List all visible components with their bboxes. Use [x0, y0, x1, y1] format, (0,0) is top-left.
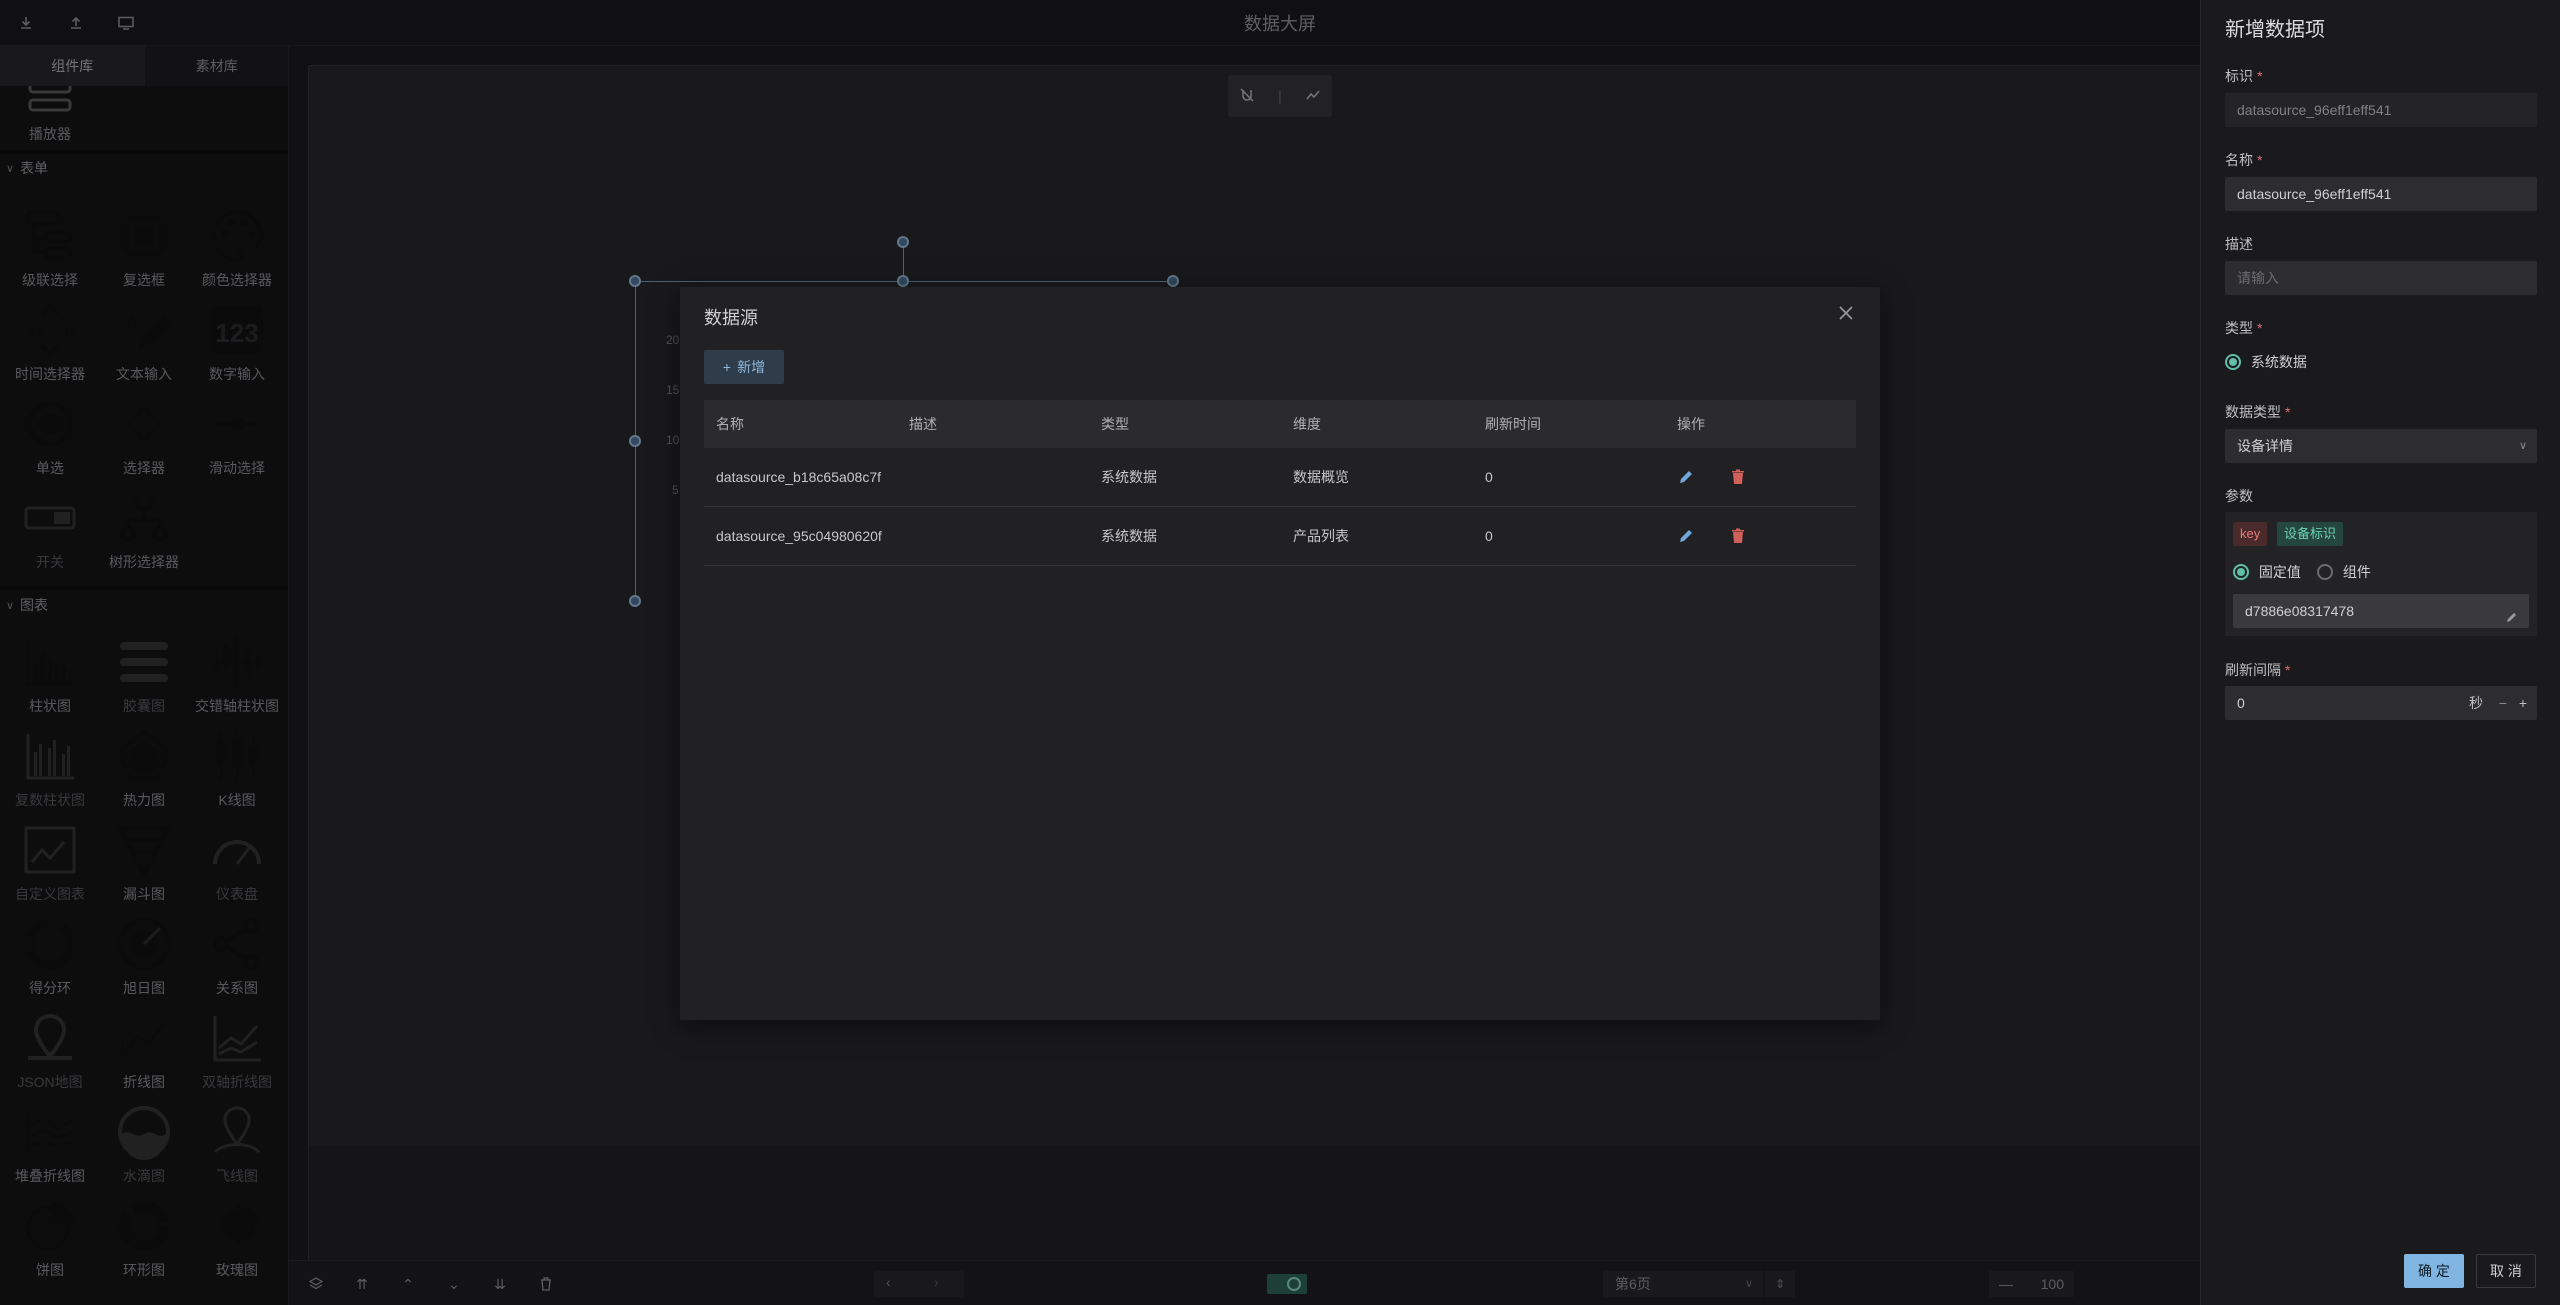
edit-icon[interactable] — [1677, 468, 1695, 486]
param-value: d7886e08317478 — [2245, 603, 2355, 619]
datasource-table: 名称 描述 类型 维度 刷新时间 操作 datasource_b18c65a08… — [704, 400, 1856, 566]
required-mark: * — [2257, 152, 2263, 168]
cell-refresh: 0 — [1485, 469, 1493, 485]
confirm-button[interactable]: 确 定 — [2404, 1254, 2464, 1288]
radio-label: 组件 — [2342, 564, 2371, 580]
column-header: 刷新时间 — [1485, 416, 1541, 432]
chevron-down-icon: ∨ — [2518, 440, 2527, 452]
label-text: 数据类型 — [2225, 404, 2281, 420]
cell-actions — [1665, 468, 1856, 486]
label-text: 名称 — [2225, 152, 2253, 168]
label-text: 刷新间隔 — [2225, 662, 2281, 678]
interval-unit: 秒 — [2469, 695, 2483, 711]
param-value-field[interactable]: d7886e08317478 — [2233, 594, 2529, 628]
radio-label: 固定值 — [2258, 564, 2301, 580]
add-button-label: 新增 — [737, 359, 766, 375]
column-header: 描述 — [909, 416, 937, 432]
cancel-button[interactable]: 取 消 — [2476, 1254, 2536, 1288]
plus-icon: + — [722, 359, 732, 375]
name-field[interactable]: datasource_96eff1eff541 — [2225, 177, 2537, 211]
cell-dimension: 产品列表 — [1293, 528, 1349, 544]
edit-icon[interactable] — [1677, 527, 1695, 545]
field-label-data-type: 数据类型 * — [2225, 402, 2290, 422]
cell-name: datasource_b18c65a08c7f — [716, 469, 882, 485]
table-row: datasource_b18c65a08c7f 系统数据 数据概览 0 — [704, 448, 1856, 507]
drawer-title: 新增数据项 — [2225, 19, 2325, 41]
delete-icon[interactable] — [1729, 468, 1747, 486]
param-name-tag: 设备标识 — [2277, 522, 2344, 546]
close-icon[interactable] — [1838, 301, 1854, 327]
radio-icon — [2233, 564, 2249, 580]
add-data-item-drawer: 新增数据项 标识 * datasource_96eff1eff541 名称 * da… — [2200, 0, 2560, 1305]
cell-dimension: 数据概览 — [1293, 469, 1349, 485]
required-mark: * — [2257, 68, 2263, 84]
delete-icon[interactable] — [1729, 527, 1747, 545]
cell-type: 系统数据 — [1101, 528, 1157, 544]
param-key-tag: key — [2233, 522, 2268, 546]
label-text: 标识 — [2225, 68, 2253, 84]
add-datasource-button[interactable]: + 新增 — [704, 350, 784, 384]
cell-refresh: 0 — [1485, 528, 1493, 544]
param-mode-component[interactable]: 组件 — [2317, 562, 2371, 582]
id-field: datasource_96eff1eff541 — [2225, 93, 2537, 127]
field-label-name: 名称 * — [2225, 150, 2262, 170]
required-mark: * — [2257, 320, 2263, 336]
edit-icon[interactable] — [2505, 602, 2519, 636]
required-mark: * — [2285, 662, 2291, 678]
cell-name: datasource_95c04980620f — [716, 528, 882, 544]
column-header: 维度 — [1293, 416, 1321, 432]
param-box: key 设备标识 固定值 组件 d7886e08317478 — [2225, 512, 2537, 636]
radio-label: 系统数据 — [2250, 354, 2307, 370]
interval-value: 0 — [2237, 695, 2245, 711]
desc-field[interactable]: 请输入 — [2225, 261, 2537, 295]
table-row: datasource_95c04980620f 系统数据 产品列表 0 — [704, 507, 1856, 566]
param-mode-fixed[interactable]: 固定值 — [2233, 562, 2301, 582]
label-text: 类型 — [2225, 320, 2253, 336]
table-header: 名称 描述 类型 维度 刷新时间 操作 — [704, 400, 1856, 448]
column-header: 名称 — [716, 416, 744, 432]
field-label-interval: 刷新间隔 * — [2225, 660, 2290, 680]
select-value: 设备详情 — [2237, 438, 2293, 454]
field-label-type: 类型 * — [2225, 318, 2262, 338]
cell-actions — [1665, 527, 1856, 545]
radio-icon — [2317, 564, 2333, 580]
modal-title: 数据源 — [704, 308, 758, 328]
increment-icon[interactable]: + — [2519, 686, 2527, 720]
interval-field[interactable]: 0 秒 − + — [2225, 686, 2537, 720]
datasource-modal: 数据源 + 新增 名称 描述 类型 维度 刷新时间 操作 datasource_… — [680, 287, 1880, 1020]
column-header: 操作 — [1677, 416, 1705, 432]
field-label-params: 参数 — [2225, 488, 2253, 504]
data-type-select[interactable]: 设备详情 ∨ — [2225, 429, 2537, 463]
column-header: 类型 — [1101, 416, 1129, 432]
cell-type: 系统数据 — [1101, 469, 1157, 485]
field-label-id: 标识 * — [2225, 66, 2262, 86]
radio-icon — [2225, 354, 2241, 370]
type-radio-system[interactable]: 系统数据 — [2225, 352, 2307, 372]
decrement-icon[interactable]: − — [2499, 686, 2507, 720]
field-label-desc: 描述 — [2225, 236, 2253, 252]
required-mark: * — [2285, 404, 2291, 420]
